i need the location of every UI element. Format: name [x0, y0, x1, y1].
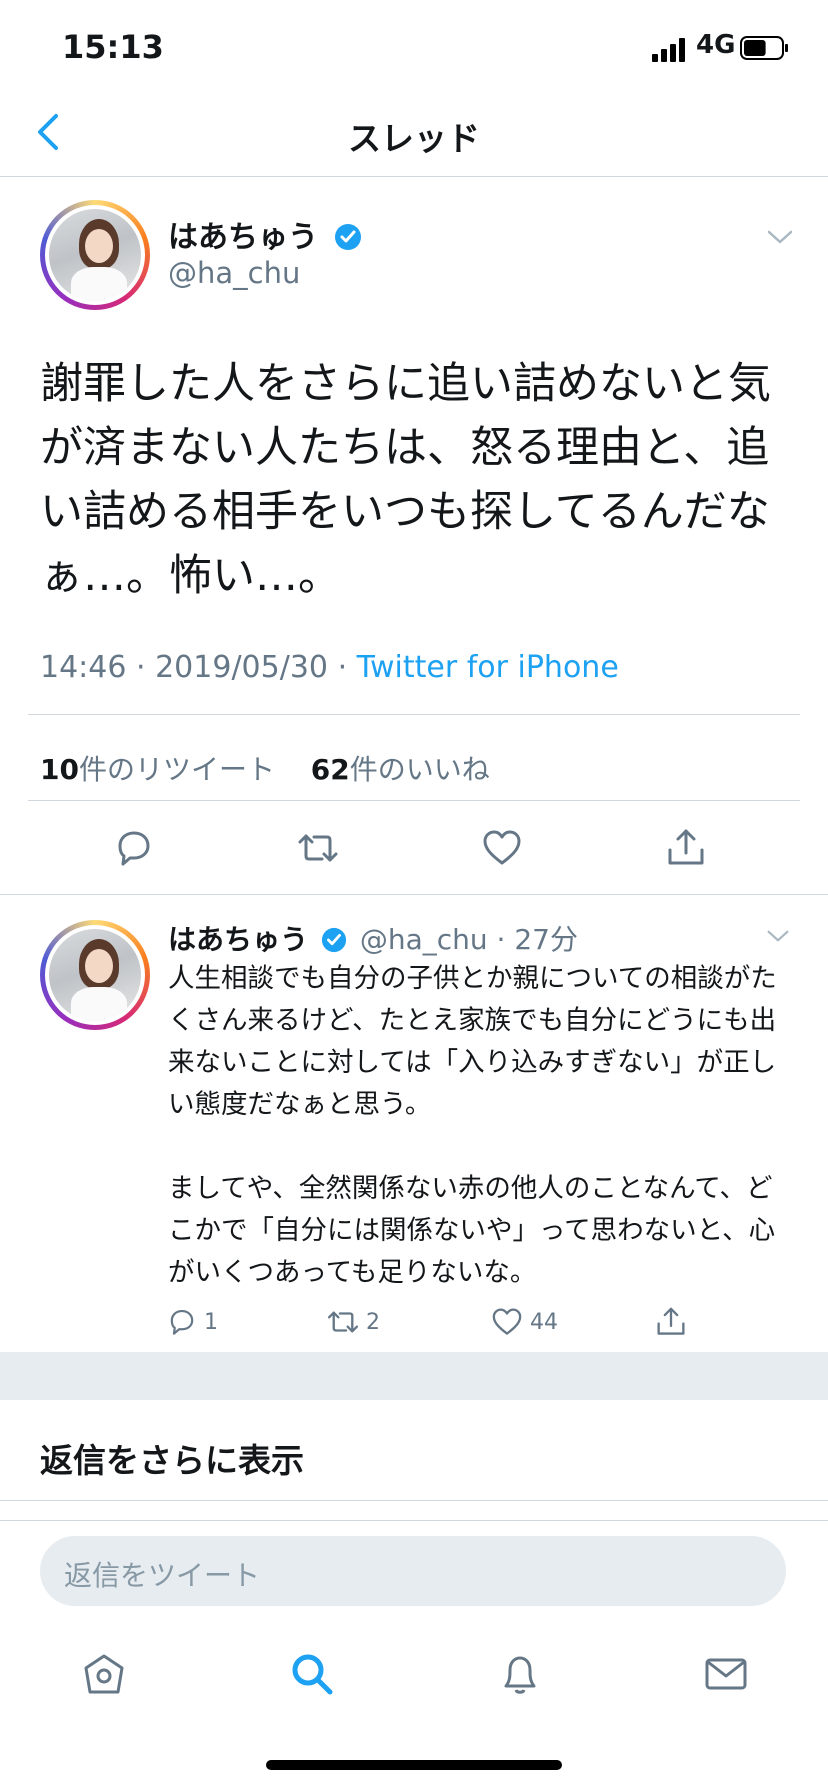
reply-author-handle[interactable]: @ha_chu [360, 923, 488, 956]
avatar[interactable] [40, 200, 150, 310]
share-icon[interactable] [664, 826, 708, 870]
show-more-replies-button[interactable]: 返信をさらに表示 [40, 1434, 304, 1482]
reply-text: 人生相談でも自分の子供とか親についての相談がたくさん来るけど、たとえ家族でも自分… [168, 963, 777, 1288]
reply-reply-button[interactable]: 1 [166, 1305, 218, 1339]
like-icon [492, 1308, 522, 1335]
reply-author-name[interactable]: はあちゅう [168, 923, 308, 956]
meta-divider [28, 714, 800, 715]
author-name[interactable]: はあちゅう [168, 212, 362, 256]
like-icon[interactable] [480, 826, 524, 870]
reply-icon [170, 1310, 194, 1335]
like-count: 44 [530, 1309, 558, 1335]
tweet-text: 謝罪した人をさらに追い詰めないと気が済まない人たちは、怒る理由と、追い詰める相手… [40, 359, 771, 601]
tweet-stats: 10件のリツイート 62件のいいね [40, 748, 490, 788]
retweet-icon [327, 1311, 359, 1333]
verified-badge-icon [321, 927, 346, 953]
share-icon [657, 1307, 685, 1335]
retweet-stat[interactable]: 10件のリツイート [40, 753, 275, 786]
status-time: 15:13 [62, 28, 164, 66]
tweet-divider [0, 894, 828, 895]
author-handle[interactable]: @ha_chu [168, 256, 300, 290]
home-indicator [266, 1760, 562, 1770]
home-icon[interactable] [80, 1650, 128, 1698]
tweet-time: 14:46 [40, 650, 127, 685]
reply-icon[interactable] [112, 826, 156, 870]
verified-badge-icon [335, 224, 362, 250]
network-type: 4G [696, 30, 736, 60]
notifications-icon[interactable] [496, 1650, 544, 1698]
reply-input-placeholder: 返信をツイート [64, 1559, 261, 1592]
retweet-count: 2 [366, 1309, 380, 1335]
reply-retweet-button[interactable]: 2 [326, 1305, 380, 1339]
tweet-source-link[interactable]: Twitter for iPhone [357, 650, 619, 685]
tweet-meta: 14:46 · 2019/05/30 · Twitter for iPhone [40, 650, 619, 685]
reply-like-button[interactable]: 44 [490, 1305, 558, 1339]
reply-time: 27分 [514, 923, 578, 956]
section-separator [0, 1352, 828, 1400]
reply-avatar[interactable] [40, 920, 150, 1030]
search-icon[interactable] [288, 1650, 336, 1698]
reply-count: 1 [204, 1309, 218, 1335]
nav-divider [0, 176, 828, 177]
page-title: スレッド [348, 119, 480, 158]
retweet-icon[interactable] [296, 826, 340, 870]
reply-chevron-down-icon[interactable] [766, 928, 790, 944]
reply-input[interactable]: 返信をツイート [40, 1536, 786, 1606]
signal-icon [652, 38, 685, 62]
tweet-date: 2019/05/30 [155, 650, 329, 685]
like-stat[interactable]: 62件のいいね [311, 753, 490, 786]
battery-icon [740, 36, 788, 60]
stats-divider [28, 800, 800, 801]
show-more-divider [0, 1500, 828, 1501]
reply-header[interactable]: はあちゅう @ha_chu · 27分 [168, 918, 578, 958]
reply-share-button[interactable] [654, 1305, 688, 1339]
composer-divider [0, 1520, 828, 1521]
messages-icon[interactable] [702, 1650, 750, 1698]
chevron-down-icon[interactable] [766, 228, 794, 246]
